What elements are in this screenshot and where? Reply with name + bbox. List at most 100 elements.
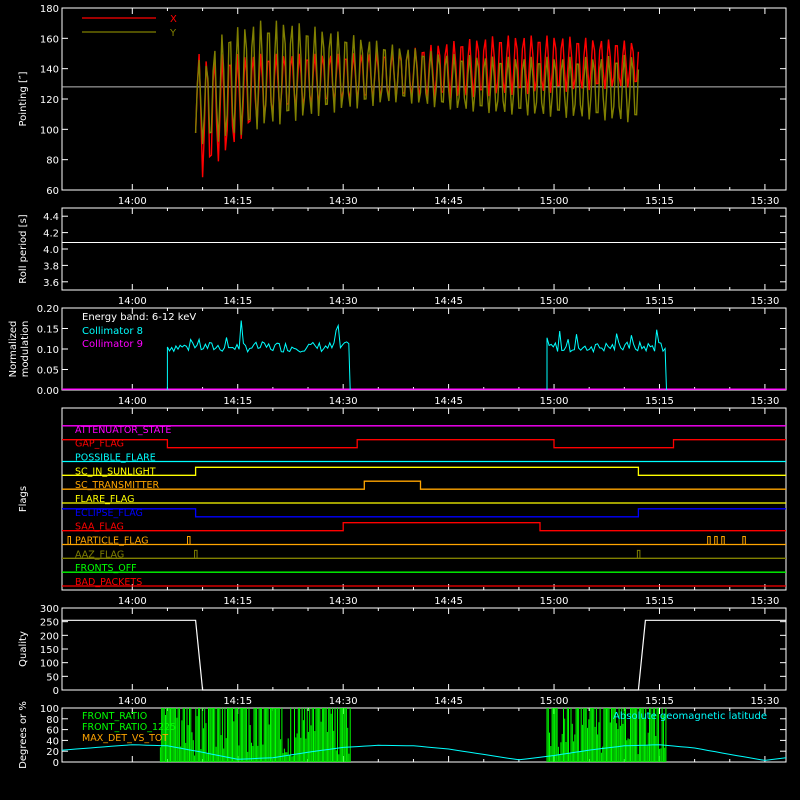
y-tick-label: 0 xyxy=(53,758,59,769)
time-tick-label: 15:00 xyxy=(540,296,569,307)
y-tick-label: 200 xyxy=(40,631,59,642)
legend-label-right: Absolute geomagnetic latitude xyxy=(613,711,767,722)
flag-label: ECLIPSE_FLAG xyxy=(75,508,143,519)
flag-label: SC_TRANSMITTER xyxy=(75,480,160,491)
time-tick-label: 15:30 xyxy=(750,296,779,307)
y-tick-label: 150 xyxy=(40,645,59,656)
flag-spike xyxy=(707,536,711,545)
y-tick-label: 60 xyxy=(46,726,59,737)
flag-spike xyxy=(636,549,641,559)
time-tick-label: 14:30 xyxy=(329,596,358,607)
time-tick-label: 15:30 xyxy=(750,696,779,707)
time-tick-label: 14:15 xyxy=(223,596,252,607)
y-tick-label: 100 xyxy=(40,704,59,715)
collimator-8-segment-0 xyxy=(166,320,351,391)
y-tick-label: 140 xyxy=(40,65,59,76)
y-tick-label: 4.4 xyxy=(43,212,59,223)
flag-line-gap_flag xyxy=(62,439,786,449)
flag-line-saa_flag xyxy=(62,522,786,532)
y-tick-label: 4.0 xyxy=(43,245,59,256)
y-tick-label: 0 xyxy=(53,686,59,697)
time-tick-label: 14:45 xyxy=(434,196,463,207)
y-tick-label: 0.20 xyxy=(37,304,59,315)
time-tick-label: 15:15 xyxy=(645,196,674,207)
time-tick-label: 14:45 xyxy=(434,396,463,407)
time-tick-label: 14:45 xyxy=(434,596,463,607)
y-tick-label: 250 xyxy=(40,618,59,629)
legend-label: X xyxy=(170,14,177,25)
time-tick-label: 14:00 xyxy=(118,296,147,307)
time-tick-label: 14:15 xyxy=(223,196,252,207)
flag-line-sc_in_sunlight xyxy=(62,466,786,476)
legend-label: FRONT_RATIO_1225 xyxy=(82,722,176,733)
time-tick-label: 15:30 xyxy=(750,196,779,207)
flag-label: PARTICLE_FLAG xyxy=(75,536,148,547)
y-tick-label: 0.10 xyxy=(37,345,59,356)
time-tick-label: 15:15 xyxy=(645,696,674,707)
legend-title: Energy band: 6-12 keV xyxy=(82,312,196,323)
time-tick-label: 14:00 xyxy=(118,196,147,207)
time-tick-label: 14:00 xyxy=(118,696,147,707)
time-tick-label: 14:15 xyxy=(223,296,252,307)
flag-label: GAP_FLAG xyxy=(75,439,124,450)
legend-label: MAX_DET_VS_TOT xyxy=(82,733,168,744)
y-axis-label: Normalized xyxy=(8,321,19,378)
y-tick-label: 40 xyxy=(46,736,59,747)
flag-spike xyxy=(67,536,72,545)
flag-spike xyxy=(742,536,746,545)
y-axis-label: Roll period [s] xyxy=(18,214,29,283)
time-tick-label: 15:30 xyxy=(750,596,779,607)
flag-label: BAD_PACKETS xyxy=(75,577,142,588)
time-tick-label: 15:00 xyxy=(540,196,569,207)
time-tick-label: 15:00 xyxy=(540,696,569,707)
collimator-8-segment-1 xyxy=(546,329,667,391)
time-tick-label: 15:30 xyxy=(750,396,779,407)
time-tick-label: 15:00 xyxy=(540,596,569,607)
flag-line-eclipse_flag xyxy=(62,508,786,518)
flag-label: SAA_FLAG xyxy=(75,522,124,533)
y-tick-label: 4.2 xyxy=(43,229,59,240)
y-tick-label: 0.05 xyxy=(37,366,59,377)
time-tick-label: 14:15 xyxy=(223,396,252,407)
y-tick-label: 3.8 xyxy=(43,261,59,272)
y-tick-label: 300 xyxy=(40,604,59,615)
panel-frame-1 xyxy=(61,207,787,291)
time-tick-label: 14:30 xyxy=(329,296,358,307)
y-tick-label: 100 xyxy=(40,659,59,670)
y-tick-label: 3.6 xyxy=(43,278,59,289)
legend-label: Collimator 8 xyxy=(82,326,143,337)
flag-label: AAZ_FLAG xyxy=(75,549,124,560)
y-tick-label: 0.00 xyxy=(37,386,59,397)
plot-canvas: 14:00 14:15 14:30 14:45 15:00 15:15 15:3060801… xyxy=(8,4,787,769)
y-axis-label: Degrees or % xyxy=(18,701,29,769)
time-tick-label: 14:30 xyxy=(329,696,358,707)
flag-spike xyxy=(187,536,191,545)
y-tick-label: 180 xyxy=(40,4,59,15)
flag-label: SC_IN_SUNLIGHT xyxy=(75,466,156,477)
time-tick-label: 15:15 xyxy=(645,296,674,307)
y-tick-label: 60 xyxy=(46,186,59,197)
time-tick-label: 14:30 xyxy=(329,396,358,407)
legend-label: Collimator 9 xyxy=(82,339,143,350)
time-tick-label: 14:30 xyxy=(329,196,358,207)
y-tick-label: 0.15 xyxy=(37,325,59,336)
y-tick-label: 80 xyxy=(46,715,59,726)
flag-spike xyxy=(714,536,718,545)
flag-label: FRONTS_OFF xyxy=(75,563,137,574)
time-tick-label: 15:15 xyxy=(645,396,674,407)
time-tick-label: 15:00 xyxy=(540,396,569,407)
y-tick-label: 50 xyxy=(46,672,59,683)
y-tick-label: 160 xyxy=(40,34,59,45)
y-tick-label: 80 xyxy=(46,156,59,167)
front-ratio-band-0 xyxy=(159,708,351,762)
time-tick-label: 14:00 xyxy=(118,596,147,607)
y-tick-label: 120 xyxy=(40,95,59,106)
legend-label: FRONT_RATIO xyxy=(82,711,147,722)
flag-label: ATTENUATOR_STATE xyxy=(75,425,171,436)
time-tick-label: 15:15 xyxy=(645,596,674,607)
flag-line-sc_transmitter xyxy=(62,480,786,490)
y-axis-label: modulation xyxy=(20,321,31,378)
time-tick-label: 14:15 xyxy=(223,696,252,707)
y-axis-label: Pointing [″] xyxy=(18,71,29,126)
flag-label: POSSIBLE_FLARE xyxy=(75,453,156,464)
